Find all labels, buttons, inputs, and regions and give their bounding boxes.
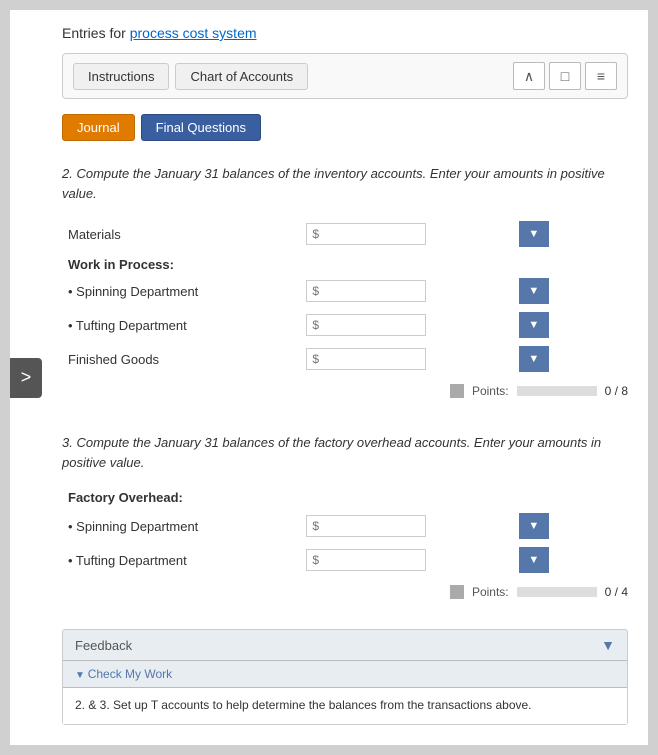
spinning-dropdown[interactable]: ▼	[519, 278, 549, 304]
section3-table: Factory Overhead: • Spinning Department …	[62, 486, 628, 577]
check-my-work-row[interactable]: Check My Work	[63, 660, 627, 687]
points-label-3: Points:	[472, 585, 509, 599]
spinning-input[interactable]	[306, 280, 426, 302]
table-row: • Spinning Department ▼	[62, 509, 628, 543]
points-icon-2	[450, 384, 464, 398]
section-3: 3. Compute the January 31 balances of th…	[62, 428, 628, 604]
table-row: Finished Goods ▼	[62, 342, 628, 376]
right-arrow-icon: >	[21, 367, 32, 388]
spinning-dept-label: • Spinning Department	[62, 274, 300, 308]
fo-spinning-input[interactable]	[306, 515, 426, 537]
table-row: • Tufting Department ▼	[62, 543, 628, 577]
points-bar-3	[517, 587, 597, 597]
section3-points-row: Points: 0 / 4	[62, 585, 628, 599]
materials-label: Materials	[62, 217, 300, 251]
section-2: 2. Compute the January 31 balances of th…	[62, 159, 628, 403]
section2-table: Materials ▼ Work in Process: • Spinning …	[62, 217, 628, 376]
table-row: Materials ▼	[62, 217, 628, 251]
table-row: Factory Overhead:	[62, 486, 628, 509]
tab-chart-of-accounts[interactable]: Chart of Accounts	[175, 63, 308, 90]
tab-instructions[interactable]: Instructions	[73, 63, 169, 90]
fo-spinning-label: • Spinning Department	[62, 509, 300, 543]
section2-instruction: 2. Compute the January 31 balances of th…	[62, 164, 628, 203]
finished-goods-dropdown[interactable]: ▼	[519, 346, 549, 372]
fo-tufting-dropdown[interactable]: ▼	[519, 547, 549, 573]
tab-journal[interactable]: Journal	[62, 114, 135, 141]
points-label-2: Points:	[472, 384, 509, 398]
materials-input[interactable]	[306, 223, 426, 245]
finished-goods-input[interactable]	[306, 348, 426, 370]
window-button[interactable]: □	[549, 62, 581, 90]
factory-overhead-label: Factory Overhead:	[62, 486, 628, 509]
finished-goods-label: Finished Goods	[62, 342, 300, 376]
feedback-arrow-icon: ▼	[601, 637, 615, 653]
points-score-3: 0 / 4	[605, 585, 628, 599]
feedback-title: Feedback	[75, 638, 132, 653]
points-icon-3	[450, 585, 464, 599]
fo-tufting-input[interactable]	[306, 549, 426, 571]
materials-dropdown[interactable]: ▼	[519, 221, 549, 247]
wip-label: Work in Process:	[62, 251, 628, 274]
fo-spinning-dropdown[interactable]: ▼	[519, 513, 549, 539]
tab-final-questions[interactable]: Final Questions	[141, 114, 261, 141]
tab-bar: Instructions Chart of Accounts ∧ □ ≡	[62, 53, 628, 99]
process-cost-link[interactable]: process cost system	[130, 25, 257, 41]
entries-header: Entries for process cost system	[62, 25, 628, 41]
menu-button[interactable]: ≡	[585, 62, 617, 90]
tufting-dept-label: • Tufting Department	[62, 308, 300, 342]
section2-points-row: Points: 0 / 8	[62, 384, 628, 398]
table-row: • Tufting Department ▼	[62, 308, 628, 342]
tufting-input[interactable]	[306, 314, 426, 336]
fo-tufting-label: • Tufting Department	[62, 543, 300, 577]
collapse-button[interactable]: ∧	[513, 62, 545, 90]
feedback-body: 2. & 3. Set up T accounts to help determ…	[63, 687, 627, 724]
feedback-header[interactable]: Feedback ▼	[63, 630, 627, 660]
table-row: • Spinning Department ▼	[62, 274, 628, 308]
section3-instruction: 3. Compute the January 31 balances of th…	[62, 433, 628, 472]
left-nav-button[interactable]: >	[10, 358, 42, 398]
table-row: Work in Process:	[62, 251, 628, 274]
feedback-section: Feedback ▼ Check My Work 2. & 3. Set up …	[62, 629, 628, 725]
tufting-dropdown[interactable]: ▼	[519, 312, 549, 338]
points-bar-2	[517, 386, 597, 396]
points-score-2: 0 / 8	[605, 384, 628, 398]
